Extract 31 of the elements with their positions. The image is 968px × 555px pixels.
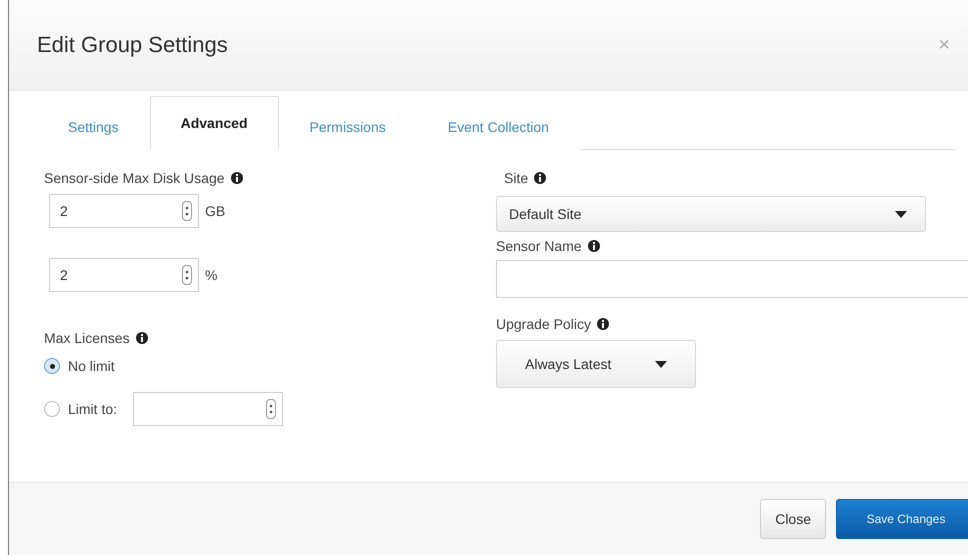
spinner-icon[interactable] [182, 201, 192, 221]
site-dropdown[interactable]: Default Site [496, 196, 926, 232]
upgrade-policy-dropdown[interactable]: Always Latest [496, 340, 696, 388]
close-button[interactable]: Close [760, 499, 826, 539]
info-icon [596, 318, 609, 330]
number-field[interactable]: 2 [49, 258, 199, 292]
info-icon [230, 172, 243, 184]
unit-label: GB [205, 203, 226, 219]
number-field[interactable]: 2 [49, 194, 199, 228]
field-label: Max Licenses [44, 330, 496, 346]
info-icon [588, 240, 600, 252]
radio-label: Limit to: [68, 401, 118, 417]
spinner-icon[interactable] [182, 265, 192, 285]
radio-label: No limit [68, 358, 115, 374]
spinner-icon[interactable] [266, 399, 276, 419]
info-icon [534, 172, 546, 184]
field-label: Site [504, 170, 968, 186]
info-icon [136, 332, 148, 344]
caret-icon [655, 360, 667, 368]
field-label: Sensor Name [496, 238, 968, 254]
tab[interactable]: Advanced [150, 96, 279, 150]
field-label: Upgrade Policy [496, 316, 968, 332]
radio-button[interactable] [44, 401, 60, 417]
dialog-title: Edit Group Settings [37, 32, 228, 58]
caret-icon [895, 210, 907, 218]
sensor-name-field[interactable] [496, 260, 968, 298]
radio-button[interactable] [44, 358, 60, 374]
field-label: Sensor-side Max Disk Usage [44, 170, 496, 186]
save-button[interactable]: Save Changes [836, 499, 968, 539]
number-field[interactable] [133, 392, 284, 426]
unit-label: % [205, 267, 218, 283]
